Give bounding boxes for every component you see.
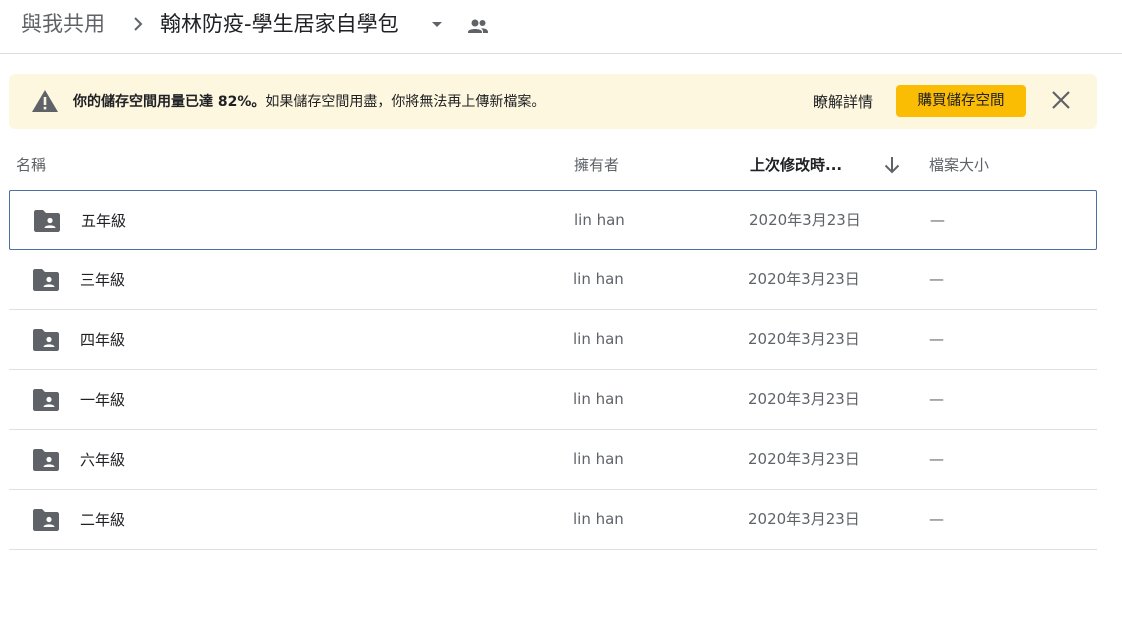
shared-folder-icon [33, 269, 59, 291]
file-owner: lin han [573, 450, 624, 468]
file-name: 一年級 [80, 391, 126, 409]
file-modified-date: 2020年3月23日 [748, 270, 860, 288]
shared-folder-icon [33, 389, 59, 411]
file-name: 六年級 [80, 451, 126, 469]
breadcrumb-current-folder[interactable]: 翰林防疫-學生居家自學包 [160, 10, 399, 38]
column-header-size[interactable]: 檔案大小 [929, 155, 989, 175]
file-size: — [929, 450, 944, 468]
file-owner: lin han [574, 211, 625, 229]
file-modified-date: 2020年3月23日 [748, 450, 860, 468]
column-header-modified[interactable]: 上次修改時... [750, 155, 842, 175]
file-modified-date: 2020年3月23日 [748, 330, 860, 348]
file-row[interactable]: 六年級 lin han 2020年3月23日 — [9, 430, 1097, 490]
column-header-owner[interactable]: 擁有者 [574, 155, 619, 175]
file-size: — [929, 270, 944, 288]
shared-people-icon [468, 19, 488, 33]
file-row[interactable]: 三年級 lin han 2020年3月23日 — [9, 250, 1097, 310]
file-owner: lin han [573, 390, 624, 408]
file-name: 二年級 [80, 511, 126, 529]
file-row[interactable]: 五年級 lin han 2020年3月23日 — [9, 190, 1097, 250]
breadcrumb-shared-with-me[interactable]: 與我共用 [21, 10, 105, 38]
learn-more-link[interactable]: 瞭解詳情 [813, 91, 873, 113]
file-name: 三年級 [80, 271, 126, 289]
file-owner: lin han [573, 510, 624, 528]
shared-folder-icon [34, 210, 60, 232]
chevron-right-icon [134, 17, 143, 31]
warning-icon [32, 90, 58, 112]
storage-warning-text: 你的儲存空間用量已達 82%。如果儲存空間用盡，你將無法再上傳新檔案。 [73, 92, 545, 112]
breadcrumb-bar: 與我共用 翰林防疫-學生居家自學包 [0, 0, 1122, 54]
file-row[interactable]: 四年級 lin han 2020年3月23日 — [9, 310, 1097, 370]
file-size: — [929, 330, 944, 348]
file-size: — [930, 211, 945, 229]
storage-warning-bold: 你的儲存空間用量已達 82%。 [73, 94, 266, 110]
file-name: 五年級 [81, 212, 127, 230]
arrow-down-icon[interactable] [881, 154, 903, 176]
file-size: — [929, 510, 944, 528]
file-row[interactable]: 一年級 lin han 2020年3月23日 — [9, 370, 1097, 430]
shared-folder-icon [33, 509, 59, 531]
file-modified-date: 2020年3月23日 [748, 390, 860, 408]
buy-storage-button[interactable]: 購買儲存空間 [896, 85, 1026, 117]
dropdown-arrow-icon[interactable] [427, 14, 447, 34]
storage-warning-detail: 如果儲存空間用盡，你將無法再上傳新檔案。 [265, 94, 546, 110]
file-modified-date: 2020年3月23日 [749, 211, 861, 229]
file-size: — [929, 390, 944, 408]
column-header-name[interactable]: 名稱 [16, 155, 46, 175]
file-modified-date: 2020年3月23日 [748, 510, 860, 528]
close-icon[interactable] [1049, 88, 1073, 112]
file-owner: lin han [573, 330, 624, 348]
file-row[interactable]: 二年級 lin han 2020年3月23日 — [9, 490, 1097, 550]
file-name: 四年級 [80, 331, 126, 349]
shared-folder-icon [33, 329, 59, 351]
storage-warning-banner: 你的儲存空間用量已達 82%。如果儲存空間用盡，你將無法再上傳新檔案。 瞭解詳情… [9, 74, 1097, 129]
shared-folder-icon [33, 449, 59, 471]
file-owner: lin han [573, 270, 624, 288]
